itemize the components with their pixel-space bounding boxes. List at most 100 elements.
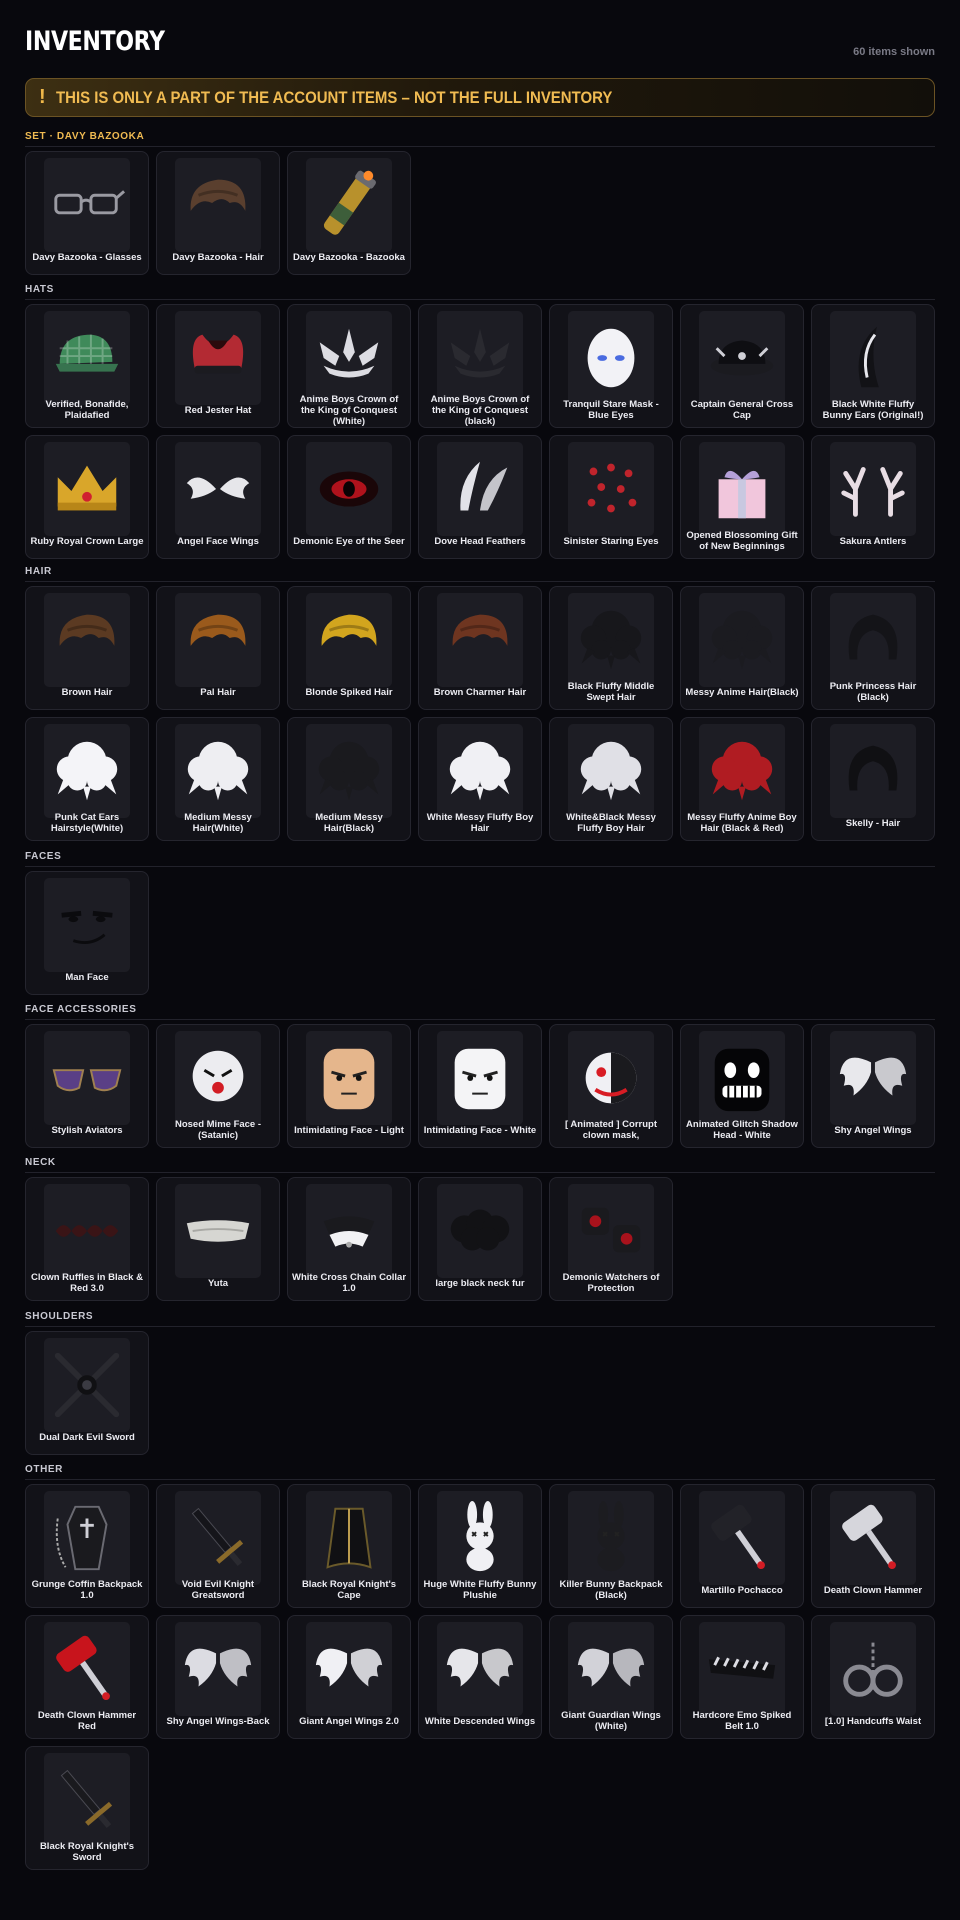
section-divider [25,581,935,582]
section-title: FACE ACCESSORIES [25,1004,137,1015]
section-title: NECK [25,1157,56,1168]
item-card[interactable]: Death Clown Hammer [811,1484,935,1608]
item-card[interactable]: Anime Boys Crown of the King of Conquest… [418,304,542,428]
item-card[interactable]: Anime Boys Crown of the King of Conquest… [287,304,411,428]
item-name: Giant Guardian Wings (White) [561,1710,661,1732]
item-card[interactable]: Demonic Eye of the Seer [287,435,411,559]
item-card[interactable]: White Messy Fluffy Boy Hair [418,717,542,841]
item-card[interactable]: Killer Bunny Backpack (Black) [549,1484,673,1608]
item-card[interactable]: Ruby Royal Crown Large [25,435,149,559]
item-card[interactable]: Black Royal Knight's Cape [287,1484,411,1608]
coffin-icon [44,1491,130,1585]
item-card[interactable]: Giant Guardian Wings (White) [549,1615,673,1739]
long-hair-icon [830,593,916,687]
item-name: Captain General Cross Cap [690,399,794,421]
hair-icon [437,593,523,687]
item-card[interactable]: Giant Angel Wings 2.0 [287,1615,411,1739]
item-card[interactable]: Death Clown Hammer Red [25,1615,149,1739]
item-card[interactable]: Animated Glitch Shadow Head - White [680,1024,804,1148]
head-icon [437,1031,523,1125]
item-name: Ruby Royal Crown Large [30,535,144,547]
item-card[interactable]: [1.0] Handcuffs Waist [811,1615,935,1739]
item-card[interactable]: Hardcore Emo Spiked Belt 1.0 [680,1615,804,1739]
item-card[interactable]: Blonde Spiked Hair [287,586,411,710]
items-grid-faces: Man Face [25,871,935,995]
item-card[interactable]: Verified, Bonafide, Plaidafied [25,304,149,428]
section-header-hair: HAIR [25,566,935,582]
item-card[interactable]: Intimidating Face - Light [287,1024,411,1148]
item-card[interactable]: Skelly - Hair [811,717,935,841]
antlers-icon [830,442,916,536]
partial-inventory-warning: ! THIS IS ONLY A PART OF THE ACCOUNT ITE… [25,78,935,117]
item-card[interactable]: Pal Hair [156,586,280,710]
item-card[interactable]: Man Face [25,871,149,995]
item-card[interactable]: large black neck fur [418,1177,542,1301]
item-card[interactable]: Stylish Aviators [25,1024,149,1148]
item-card[interactable]: [ Animated ] Corrupt clown mask, [549,1024,673,1148]
cape-icon [306,1491,392,1585]
item-card[interactable]: Demonic Watchers of Protection [549,1177,673,1301]
item-card[interactable]: Davy Bazooka - Hair [156,151,280,275]
item-card[interactable]: Black Fluffy Middle Swept Hair [549,586,673,710]
item-card[interactable]: Messy Fluffy Anime Boy Hair (Black & Red… [680,717,804,841]
section-title: SHOULDERS [25,1311,94,1322]
item-name: Medium Messy Hair(White) [184,812,252,834]
item-name: Brown Charmer Hair [433,686,527,698]
item-card[interactable]: Punk Cat Ears Hairstyle(White) [25,717,149,841]
item-card[interactable]: Brown Charmer Hair [418,586,542,710]
item-card[interactable]: Brown Hair [25,586,149,710]
watchers-icon [568,1184,654,1278]
item-card[interactable]: Void Evil Knight Greatsword [156,1484,280,1608]
fluffy-hair-icon [568,724,654,818]
page-title: INVENTORY [25,26,165,57]
item-card[interactable]: Davy Bazooka - Glasses [25,151,149,275]
item-card[interactable]: Huge White Fluffy Bunny Plushie [418,1484,542,1608]
long-hair-icon [830,724,916,818]
section-divider [25,866,935,867]
item-name: large black neck fur [435,1277,525,1289]
item-card[interactable]: Messy Anime Hair(Black) [680,586,804,710]
item-card[interactable]: Angel Face Wings [156,435,280,559]
item-name: Skelly - Hair [845,817,901,829]
item-card[interactable]: Red Jester Hat [156,304,280,428]
item-card[interactable]: Dual Dark Evil Sword [25,1331,149,1455]
cap-icon [44,311,130,405]
item-card[interactable]: White Cross Chain Collar 1.0 [287,1177,411,1301]
item-card[interactable]: Black White Fluffy Bunny Ears (Original!… [811,304,935,428]
item-card[interactable]: Intimidating Face - White [418,1024,542,1148]
item-name: Black Royal Knight's Sword [39,1841,135,1863]
face-wings-icon [175,442,261,536]
item-card[interactable]: Sinister Staring Eyes [549,435,673,559]
items-grid-shoulders: Dual Dark Evil Sword [25,1331,935,1455]
item-card[interactable]: Black Royal Knight's Sword [25,1746,149,1870]
item-card[interactable]: White Descended Wings [418,1615,542,1739]
item-card[interactable]: Davy Bazooka - Bazooka [287,151,411,275]
item-name: Davy Bazooka - Hair [172,251,264,263]
items-grid-hats: Verified, Bonafide, Plaidafied Red Jester… [25,304,935,559]
item-card[interactable]: Nosed Mime Face - (Satanic) [156,1024,280,1148]
item-card[interactable]: Grunge Coffin Backpack 1.0 [25,1484,149,1608]
item-card[interactable]: Medium Messy Hair(Black) [287,717,411,841]
item-card[interactable]: Sakura Antlers [811,435,935,559]
item-name: [ Animated ] Corrupt clown mask, [564,1119,657,1141]
item-name: Opened Blossoming Gift of New Beginnings [686,530,798,552]
item-card[interactable]: Punk Princess Hair (Black) [811,586,935,710]
item-card[interactable]: Captain General Cross Cap [680,304,804,428]
item-card[interactable]: Tranquil Stare Mask - Blue Eyes [549,304,673,428]
item-card[interactable]: Dove Head Feathers [418,435,542,559]
item-card[interactable]: Shy Angel Wings-Back [156,1615,280,1739]
item-card[interactable]: White&Black Messy Fluffy Boy Hair [549,717,673,841]
item-card[interactable]: Opened Blossoming Gift of New Beginnings [680,435,804,559]
bunny-ears-icon [830,311,916,405]
item-name: Hardcore Emo Spiked Belt 1.0 [692,1710,792,1732]
item-card[interactable]: Martillo Pochacco [680,1484,804,1608]
item-card[interactable]: Shy Angel Wings [811,1024,935,1148]
crossed-swords-icon [44,1338,130,1432]
item-card[interactable]: Clown Ruffles in Black & Red 3.0 [25,1177,149,1301]
item-card[interactable]: Yuta [156,1177,280,1301]
item-card[interactable]: Medium Messy Hair(White) [156,717,280,841]
item-name: Davy Bazooka - Glasses [32,251,142,263]
item-name: Tranquil Stare Mask - Blue Eyes [563,399,659,421]
wings-icon [568,1622,654,1716]
item-name: Black Royal Knight's Cape [301,1579,397,1601]
